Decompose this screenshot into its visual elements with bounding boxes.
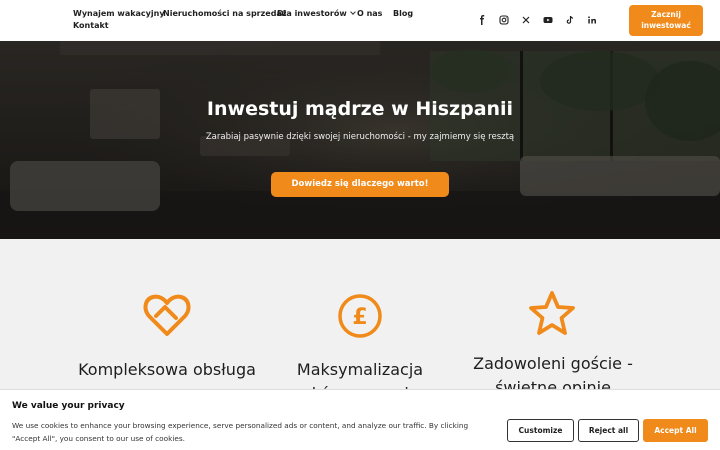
nav-dla-inwestorow[interactable]: Dla inwestorów: [277, 9, 356, 18]
page: Wynajem wakacyjny Nieruchomości na sprze…: [0, 0, 720, 450]
learn-why-button[interactable]: Dowiedz się dlaczego warto!: [271, 172, 449, 197]
hero-subtitle: Zarabiaj pasywnie dzięki swojej nierucho…: [205, 132, 515, 142]
site-header: Wynajem wakacyjny Nieruchomości na sprze…: [0, 0, 720, 41]
hero-title: Inwestuj mądrze w Hiszpanii: [206, 98, 514, 120]
feature-title-kompleksowa: Kompleksowa obsługa: [78, 360, 256, 379]
nav-dla-inwestorow-label: Dla inwestorów: [277, 9, 347, 18]
hero-section: Inwestuj mądrze w Hiszpanii Zarabiaj pas…: [0, 41, 720, 239]
facebook-icon[interactable]: [476, 14, 488, 26]
cookie-reject-button[interactable]: Reject all: [578, 419, 639, 442]
cookie-title: We value your privacy: [12, 401, 125, 411]
svg-text:£: £: [352, 305, 367, 330]
nav-kontakt[interactable]: Kontakt: [73, 21, 109, 30]
nav-wynajem-wakacyjny[interactable]: Wynajem wakacyjny: [73, 9, 165, 18]
instagram-icon[interactable]: [498, 14, 510, 26]
nav-nieruchomosci[interactable]: Nieruchomości na sprzedaż: [163, 9, 286, 18]
youtube-icon[interactable]: [542, 14, 554, 26]
star-icon: [529, 291, 575, 335]
cookie-customize-button[interactable]: Customize: [507, 419, 574, 442]
heart-icon: [143, 294, 191, 336]
start-investing-button[interactable]: Zacznij inwestować: [629, 5, 703, 36]
cookie-consent-banner: We value your privacy We use cookies to …: [0, 389, 720, 450]
chevron-down-icon: [349, 9, 356, 15]
tiktok-icon[interactable]: [564, 14, 576, 26]
pound-coin-icon: £: [338, 294, 382, 338]
linkedin-icon[interactable]: [586, 14, 598, 26]
nav-blog[interactable]: Blog: [393, 9, 413, 18]
cookie-text: We use cookies to enhance your browsing …: [12, 421, 469, 443]
x-twitter-icon[interactable]: [520, 14, 532, 26]
cookie-accept-button[interactable]: Accept All: [643, 419, 708, 442]
nav-o-nas[interactable]: O nas: [357, 9, 382, 18]
